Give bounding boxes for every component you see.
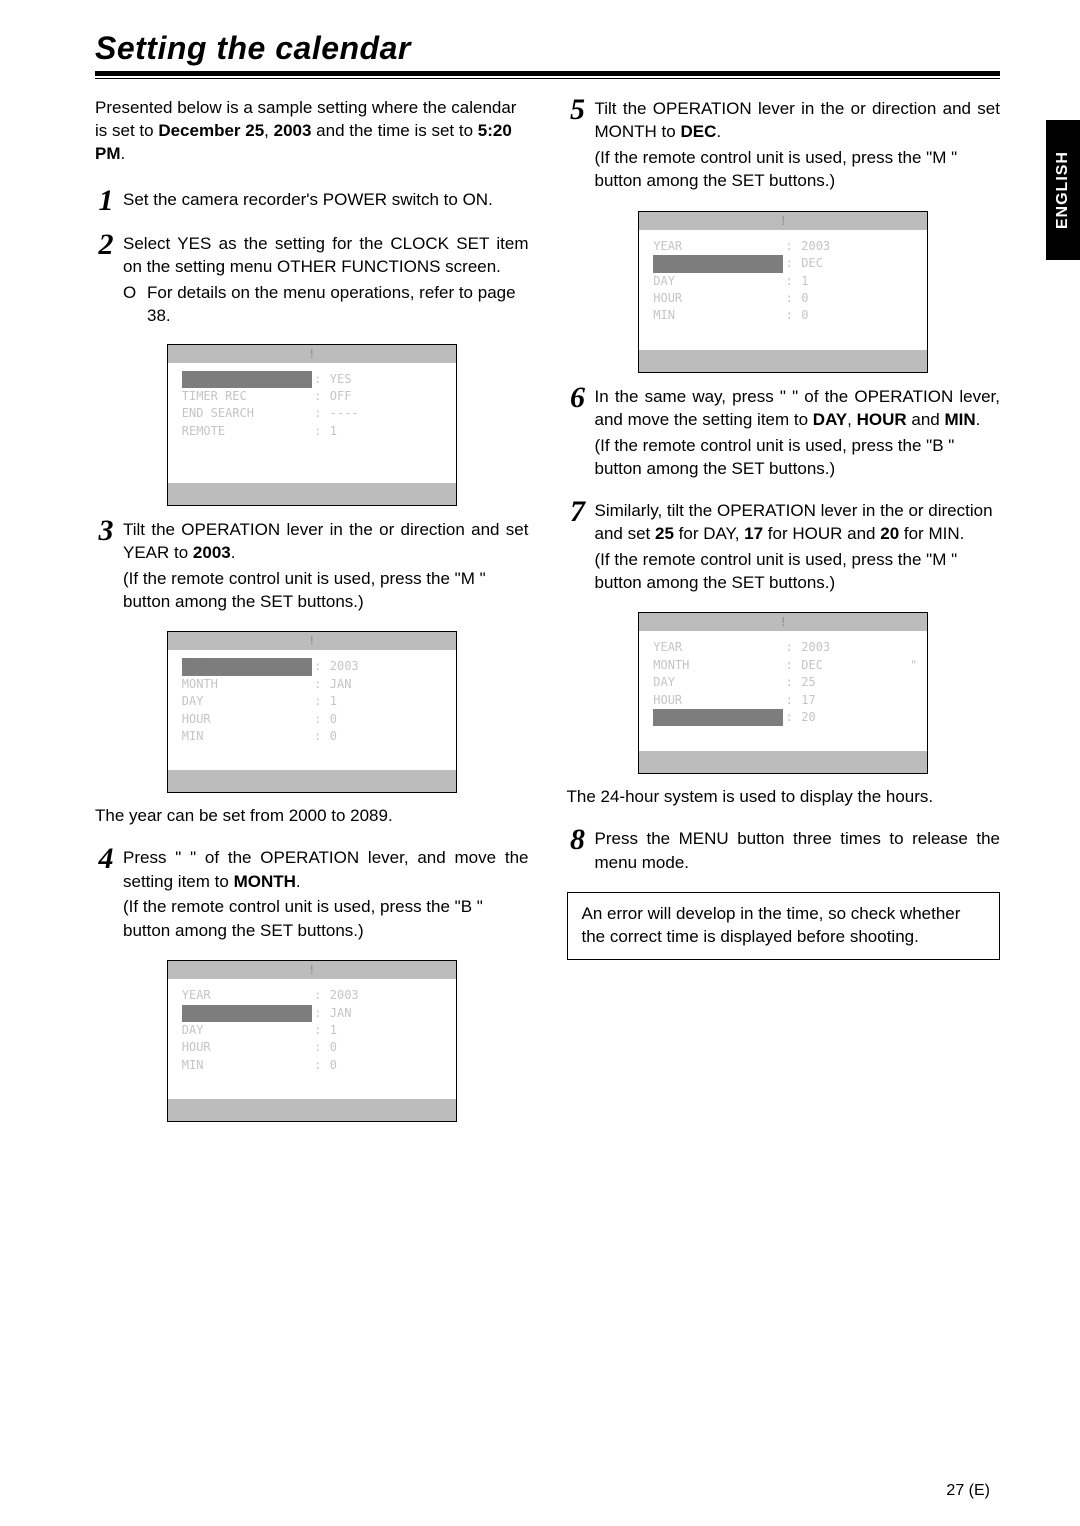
menu-screen-3: ! YEAR:2003 MONTH:JAN DAY:1 HOUR:0 MIN:0… [95,631,529,793]
warning-box: An error will develop in the time, so ch… [567,892,1001,960]
menu-screen-5: ! YEAR:2003 MONTH:DEC DAY:1 HOUR:0 MIN:0… [567,211,1001,373]
intro-text: Presented below is a sample setting wher… [95,97,529,166]
step-text: (If the remote control unit is used, pre… [595,146,1001,193]
step-number: 7 [567,497,589,597]
step-6: 6 In the same way, press " " of the OPER… [567,385,1001,483]
step-text: (If the remote control unit is used, pre… [595,434,1001,481]
step-text: Select YES as the setting for the CLOCK … [123,232,529,279]
step-text: (If the remote control unit is used, pre… [123,895,529,942]
step-text: In the same way, press " " of the OPERAT… [595,385,1001,432]
page-title: Setting the calendar [95,30,1000,67]
step-number: 5 [567,95,589,195]
step-8: 8 Press the MENU button three times to r… [567,827,1001,876]
menu-screen-2: ! CLOCK SET:YES TIMER REC:OFF END SEARCH… [95,344,529,506]
step-number: 6 [567,383,589,483]
step-2: 2 Select YES as the setting for the CLOC… [95,232,529,328]
step-number: 4 [95,844,117,944]
divider-thick [95,71,1000,76]
step-7-note: The 24-hour system is used to display th… [567,786,1001,809]
step-text: Press the MENU button three times to rel… [595,827,1001,874]
step-1: 1 Set the camera recorder's POWER switch… [95,188,529,216]
step-number: 1 [95,186,117,216]
step-7: 7 Similarly, tilt the OPERATION lever in… [567,499,1001,597]
step-text: (If the remote control unit is used, pre… [123,567,529,614]
step-bullet: O For details on the menu operations, re… [123,281,529,328]
step-text: Tilt the OPERATION lever in the or direc… [595,97,1001,144]
step-text: Press " " of the OPERATION lever, and mo… [123,846,529,893]
step-5: 5 Tilt the OPERATION lever in the or dir… [567,97,1001,195]
step-text: Tilt the OPERATION lever in the or direc… [123,518,529,565]
menu-screen-4: ! YEAR:2003 MONTH:JAN DAY:1 HOUR:0 MIN:0… [95,960,529,1122]
step-number: 8 [567,825,589,876]
step-number: 2 [95,230,117,328]
page-number: 27 (E) [946,1482,990,1500]
language-tab-label: ENGLISH [1054,151,1072,229]
divider-thin [95,78,1000,79]
step-3: 3 Tilt the OPERATION lever in the or dir… [95,518,529,616]
step-4: 4 Press " " of the OPERATION lever, and … [95,846,529,944]
step-text: Similarly, tilt the OPERATION lever in t… [595,499,1001,546]
step-3-note: The year can be set from 2000 to 2089. [95,805,529,828]
language-tab: ENGLISH [1046,120,1080,260]
step-text: (If the remote control unit is used, pre… [595,548,1001,595]
right-column: 5 Tilt the OPERATION lever in the or dir… [567,97,1001,1134]
menu-screen-7: ! YEAR:2003 MONTH:DEC" DAY:25 HOUR:17 MI… [567,612,1001,774]
step-text: Set the camera recorder's POWER switch t… [123,188,529,211]
step-number: 3 [95,516,117,616]
left-column: Presented below is a sample setting wher… [95,97,529,1134]
